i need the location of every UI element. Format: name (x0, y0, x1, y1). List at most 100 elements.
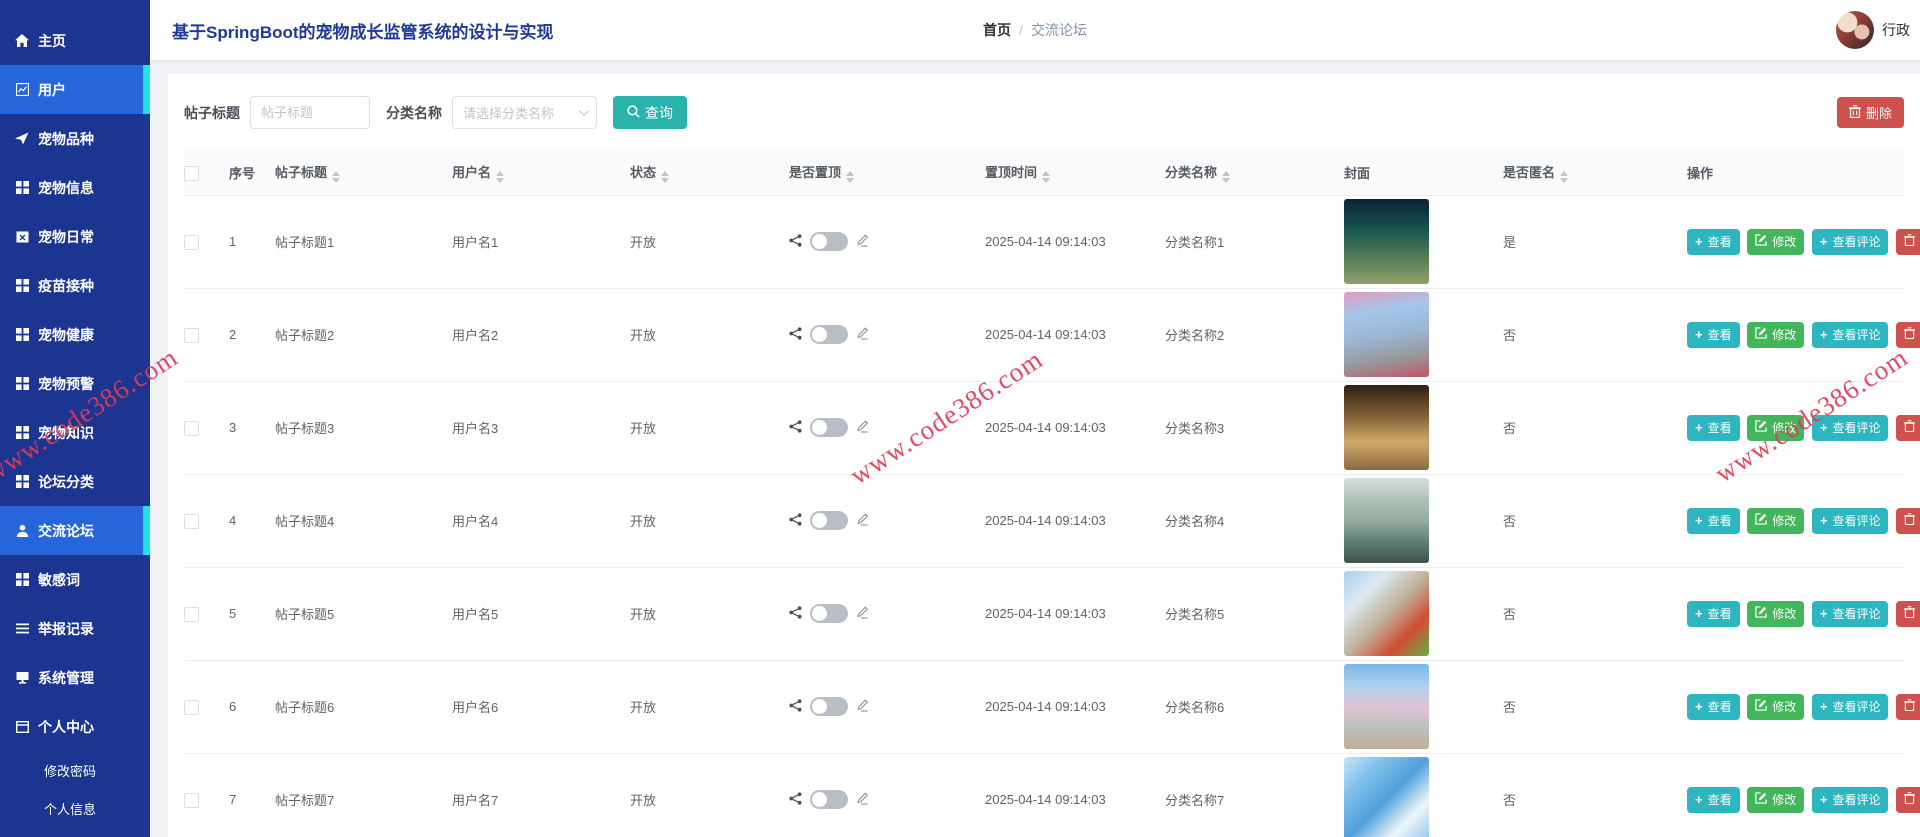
delete-button[interactable]: 删除 (1896, 600, 1920, 627)
view-comments-button[interactable]: + 查看评论 (1811, 414, 1889, 441)
row-checkbox[interactable] (184, 513, 199, 529)
row-status: 开放 (630, 381, 789, 475)
sort-icon[interactable] (1042, 171, 1051, 184)
sidebar-item-pet-info[interactable]: 宠物信息 (0, 163, 150, 212)
edit-button[interactable]: 修改 (1747, 786, 1805, 813)
sort-icon[interactable] (846, 171, 855, 184)
cover-image[interactable] (1344, 757, 1429, 837)
sidebar-item-label: 疫苗接种 (38, 277, 94, 294)
delete-button[interactable]: 删除 (1896, 414, 1920, 441)
sort-icon[interactable] (1222, 171, 1231, 184)
sidebar-item-home[interactable]: 主页 (0, 16, 150, 65)
row-checkbox[interactable] (184, 792, 199, 808)
title-filter-input[interactable] (250, 96, 370, 129)
view-button[interactable]: + 查看 (1687, 321, 1740, 348)
page-title: 基于SpringBoot的宠物成长监管系统的设计与实现 (172, 22, 554, 42)
sort-icon[interactable] (661, 171, 670, 184)
row-status: 开放 (630, 195, 789, 289)
edit-pencil-icon[interactable] (856, 791, 869, 808)
sidebar-item-sensitive-words[interactable]: 敏感词 (0, 555, 150, 604)
cover-image[interactable] (1344, 385, 1429, 470)
sidebar-item-change-password[interactable]: 修改密码 (0, 751, 150, 789)
row-pin-time: 2025-04-14 09:14:03 (985, 474, 1165, 568)
row-checkbox[interactable] (184, 699, 199, 715)
view-comments-button[interactable]: + 查看评论 (1811, 507, 1889, 534)
category-select[interactable]: 请选择分类名称 (452, 96, 597, 129)
pin-toggle[interactable] (810, 511, 848, 530)
edit-button[interactable]: 修改 (1747, 414, 1805, 441)
select-all-checkbox[interactable] (184, 165, 199, 181)
edit-button[interactable]: 修改 (1747, 507, 1805, 534)
pin-toggle[interactable] (810, 418, 848, 437)
sort-icon[interactable] (496, 171, 505, 184)
sidebar-item-pet-health[interactable]: 宠物健康 (0, 310, 150, 359)
sidebar-item-vaccination[interactable]: 疫苗接种 (0, 261, 150, 310)
edit-button[interactable]: 修改 (1747, 693, 1805, 720)
avatar[interactable] (1836, 11, 1874, 49)
pin-toggle[interactable] (810, 325, 848, 344)
view-button[interactable]: + 查看 (1687, 693, 1740, 720)
sidebar-item-forum-category[interactable]: 论坛分类 (0, 457, 150, 506)
view-button[interactable]: + 查看 (1687, 414, 1740, 441)
view-comments-button[interactable]: + 查看评论 (1811, 600, 1889, 627)
edit-button[interactable]: 修改 (1747, 600, 1805, 627)
edit-icon (1755, 327, 1767, 342)
sidebar-item-pet-daily[interactable]: 宠物日常 (0, 212, 150, 261)
pin-toggle[interactable] (810, 232, 848, 251)
view-comments-button[interactable]: + 查看评论 (1811, 693, 1889, 720)
delete-button[interactable]: 删除 (1896, 693, 1920, 720)
delete-button[interactable]: 删除 (1896, 321, 1920, 348)
cover-image[interactable] (1344, 199, 1429, 284)
view-comments-button[interactable]: + 查看评论 (1811, 228, 1889, 255)
edit-pencil-icon[interactable] (856, 326, 869, 343)
edit-button[interactable]: 修改 (1747, 321, 1805, 348)
delete-button[interactable]: 删除 (1896, 228, 1920, 255)
delete-button[interactable]: 删除 (1896, 507, 1920, 534)
cover-image[interactable] (1344, 478, 1429, 563)
row-checkbox[interactable] (184, 420, 199, 436)
pin-toggle[interactable] (810, 604, 848, 623)
row-checkbox[interactable] (184, 234, 199, 250)
sort-icon[interactable] (332, 171, 341, 184)
view-comments-button[interactable]: + 查看评论 (1811, 321, 1889, 348)
share-icon (789, 512, 802, 529)
breadcrumb-current[interactable]: 交流论坛 (1031, 20, 1087, 40)
pin-toggle[interactable] (810, 790, 848, 809)
view-button[interactable]: + 查看 (1687, 786, 1740, 813)
sidebar-item-forum[interactable]: 交流论坛 (0, 506, 150, 555)
edit-pencil-icon[interactable] (856, 512, 869, 529)
edit-pencil-icon[interactable] (856, 605, 869, 622)
edit-pencil-icon[interactable] (856, 233, 869, 250)
edit-pencil-icon[interactable] (856, 419, 869, 436)
sidebar-item-personal-info[interactable]: 个人信息 (0, 789, 150, 827)
row-title: 帖子标题2 (275, 288, 452, 382)
row-checkbox[interactable] (184, 327, 199, 343)
breadcrumb-home[interactable]: 首页 (983, 20, 1011, 40)
row-checkbox[interactable] (184, 606, 199, 622)
delete-button[interactable]: 删除 (1896, 786, 1920, 813)
sidebar-item-users[interactable]: 用户 (0, 65, 150, 114)
sidebar-item-personal-center[interactable]: 个人中心 (0, 702, 150, 751)
batch-delete-button[interactable]: 删除 (1836, 97, 1904, 128)
cover-image[interactable] (1344, 571, 1429, 656)
edit-pencil-icon[interactable] (856, 698, 869, 715)
view-button[interactable]: + 查看 (1687, 507, 1740, 534)
sidebar-item-pet-breed[interactable]: 宠物品种 (0, 114, 150, 163)
user-box[interactable]: 行政 (1836, 11, 1910, 49)
pin-toggle[interactable] (810, 697, 848, 716)
edit-button[interactable]: 修改 (1747, 228, 1805, 255)
view-button[interactable]: + 查看 (1687, 228, 1740, 255)
row-index: 3 (229, 381, 275, 475)
table-row: 5 帖子标题5 用户名5 开放 2025-04-14 09:14:03 分类名称… (184, 567, 1920, 661)
cover-image[interactable] (1344, 292, 1429, 377)
view-comments-button[interactable]: + 查看评论 (1811, 786, 1889, 813)
search-button[interactable]: 查询 (613, 96, 687, 129)
sidebar-item-pet-warning[interactable]: 宠物预警 (0, 359, 150, 408)
sidebar-item-pet-knowledge[interactable]: 宠物知识 (0, 408, 150, 457)
sidebar-item-report-records[interactable]: 举报记录 (0, 604, 150, 653)
cover-image[interactable] (1344, 664, 1429, 749)
sidebar-item-system-management[interactable]: 系统管理 (0, 653, 150, 702)
sort-icon[interactable] (1560, 171, 1569, 184)
row-pin-time: 2025-04-14 09:14:03 (985, 288, 1165, 382)
view-button[interactable]: + 查看 (1687, 600, 1740, 627)
